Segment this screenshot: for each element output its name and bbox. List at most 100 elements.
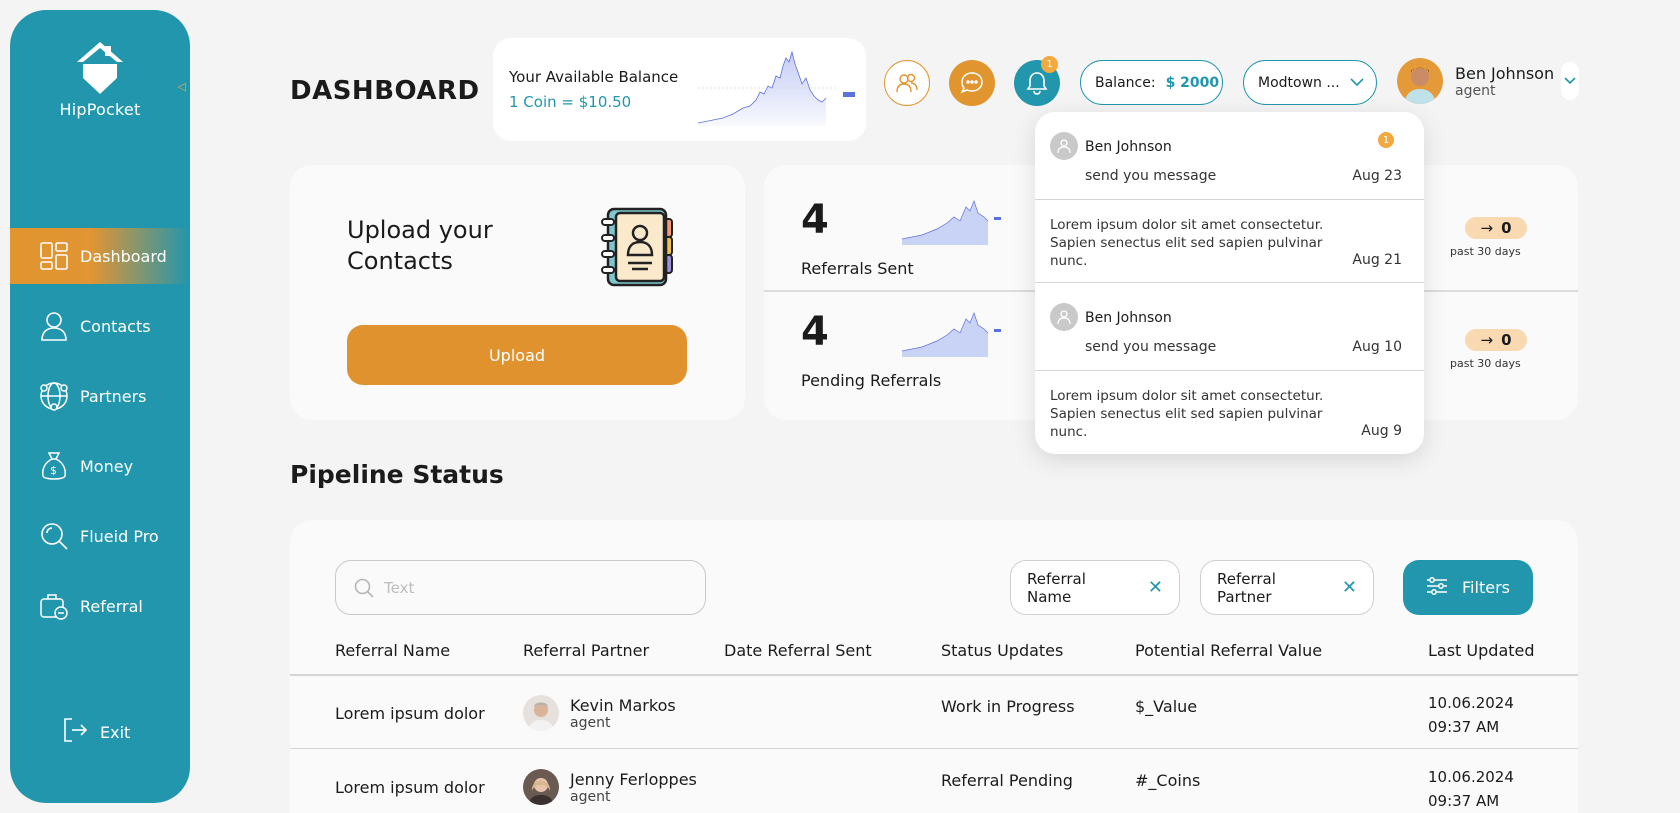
arrow-right-icon: → bbox=[1480, 219, 1494, 237]
avatar bbox=[1397, 58, 1443, 104]
upload-contacts-card: Upload your Contacts Upload bbox=[290, 165, 745, 420]
upload-card-title: Upload your Contacts bbox=[347, 216, 493, 275]
partner-name: Kevin Markos bbox=[570, 695, 676, 715]
referrals-sent-change-badge: → 0 bbox=[1465, 217, 1527, 239]
exit-label: Exit bbox=[100, 722, 131, 742]
coin-rate: 1 Coin = $10.50 bbox=[509, 93, 632, 111]
filters-label: Filters bbox=[1462, 578, 1510, 597]
last-updated-cell: 10.06.2024 09:37 AM bbox=[1428, 691, 1514, 739]
column-header[interactable]: Date Referral Sent bbox=[724, 641, 872, 660]
referrals-sent-label: Referrals Sent bbox=[801, 259, 914, 278]
sidebar-item-dashboard[interactable]: Dashboard bbox=[10, 228, 190, 284]
pending-referrals-label: Pending Referrals bbox=[801, 371, 942, 390]
referrals-sent-sparkline bbox=[902, 199, 1001, 245]
user-profile[interactable]: Ben Johnson agent bbox=[1397, 58, 1554, 104]
user-menu-toggle[interactable] bbox=[1561, 62, 1579, 100]
sidebar-item-flueid-pro[interactable]: Flueid Pro bbox=[10, 508, 190, 564]
notification-item[interactable]: Ben Johnson send you message Aug 10 bbox=[1035, 283, 1424, 371]
search-box[interactable] bbox=[335, 560, 706, 615]
collapse-sidebar-icon[interactable]: ◁ bbox=[178, 80, 186, 93]
partners-button[interactable] bbox=[884, 60, 930, 106]
notifications-dropdown: Ben Johnson send you message 1 Aug 23 Lo… bbox=[1035, 112, 1424, 454]
notification-sender: Ben Johnson bbox=[1085, 310, 1172, 326]
sidebar-nav: Dashboard Contacts Partners $ Money Flue… bbox=[10, 228, 190, 648]
updated-time: 09:37 AM bbox=[1428, 718, 1500, 736]
user-name: Ben Johnson bbox=[1455, 63, 1555, 83]
chevron-down-icon bbox=[1350, 75, 1364, 91]
pending-referrals-period: past 30 days bbox=[1450, 357, 1521, 370]
chip-label: Referral Partner bbox=[1217, 569, 1276, 606]
referrals-sent-change: 0 bbox=[1501, 219, 1512, 237]
chip-label: Referral Name bbox=[1027, 569, 1086, 606]
sidebar-item-partners[interactable]: Partners bbox=[10, 368, 190, 424]
dashboard-icon bbox=[38, 240, 70, 272]
balance-label: Your Available Balance bbox=[509, 68, 679, 86]
column-header[interactable]: Potential Referral Value bbox=[1135, 641, 1322, 660]
user-avatar-icon bbox=[1050, 132, 1078, 160]
sidebar-item-money[interactable]: $ Money bbox=[10, 438, 190, 494]
balance-pill[interactable]: Balance: $ 2000 bbox=[1080, 60, 1223, 105]
balance-pill-label: Balance: bbox=[1095, 74, 1156, 91]
logo[interactable]: HipPocket bbox=[10, 40, 190, 119]
sliders-icon bbox=[1426, 576, 1448, 600]
notification-date: Aug 9 bbox=[1361, 423, 1402, 439]
upload-button[interactable]: Upload bbox=[347, 325, 687, 385]
messages-button[interactable] bbox=[949, 60, 995, 106]
user-icon bbox=[38, 310, 70, 342]
filter-chip-referral-name[interactable]: Referral Name ✕ bbox=[1010, 560, 1180, 615]
referral-partner-cell: Kevin Markos agent bbox=[523, 695, 676, 731]
sidebar-item-referral[interactable]: Referral bbox=[10, 578, 190, 634]
column-header[interactable]: Last Updated bbox=[1428, 641, 1535, 660]
referral-partner-cell: Jenny Ferloppes agent bbox=[523, 769, 697, 805]
pending-referrals-value: 4 bbox=[801, 309, 829, 355]
balance-amount: $ 2000 bbox=[1165, 74, 1220, 91]
updated-time: 09:37 AM bbox=[1428, 792, 1500, 810]
updated-date: 10.06.2024 bbox=[1428, 694, 1514, 712]
pipeline-title: Pipeline Status bbox=[290, 460, 504, 489]
contact-book-icon bbox=[598, 205, 680, 293]
house-logo-icon bbox=[77, 42, 123, 94]
column-header[interactable]: Referral Partner bbox=[523, 641, 649, 660]
status-cell: Referral Pending bbox=[941, 771, 1073, 790]
notification-count-badge: 1 bbox=[1041, 56, 1058, 73]
value-cell: #_Coins bbox=[1135, 771, 1201, 790]
svg-text:$: $ bbox=[50, 464, 57, 477]
avatar bbox=[523, 695, 559, 731]
notification-item[interactable]: Ben Johnson send you message 1 Aug 23 bbox=[1035, 112, 1424, 200]
user-role: agent bbox=[1455, 82, 1496, 99]
avatar bbox=[523, 769, 559, 805]
search-input[interactable] bbox=[384, 578, 684, 597]
bell-icon bbox=[1026, 72, 1048, 95]
status-cell: Work in Progress bbox=[941, 697, 1075, 716]
people-icon bbox=[896, 73, 918, 93]
filter-chip-referral-partner[interactable]: Referral Partner ✕ bbox=[1200, 560, 1374, 615]
chat-bubble-icon bbox=[960, 72, 983, 94]
sidebar-item-contacts[interactable]: Contacts bbox=[10, 298, 190, 354]
exit-icon bbox=[62, 717, 88, 747]
column-header[interactable]: Status Updates bbox=[941, 641, 1063, 660]
notification-item[interactable]: Lorem ipsum dolor sit amet consectetur. … bbox=[1035, 371, 1424, 454]
close-icon[interactable]: ✕ bbox=[1342, 577, 1357, 598]
notification-text: Lorem ipsum dolor sit amet consectetur. … bbox=[1050, 388, 1324, 440]
balance-card: Your Available Balance 1 Coin = $10.50 bbox=[493, 38, 866, 141]
location-select[interactable]: Modtown ... bbox=[1243, 60, 1377, 105]
partner-role: agent bbox=[570, 788, 611, 805]
balance-sparkline bbox=[698, 50, 855, 126]
sidebar: HipPocket ◁ Dashboard Contacts Partners … bbox=[10, 10, 190, 803]
column-header[interactable]: Referral Name bbox=[335, 641, 450, 660]
table-row[interactable]: Lorem ipsum dolor Jenny Ferloppes agent … bbox=[290, 749, 1578, 813]
updated-date: 10.06.2024 bbox=[1428, 768, 1514, 786]
table-row[interactable]: Lorem ipsum dolor Kevin Markos agent Wor… bbox=[290, 675, 1578, 749]
sidebar-item-label: Money bbox=[80, 456, 134, 476]
filters-button[interactable]: Filters bbox=[1403, 560, 1533, 615]
arrow-right-icon: → bbox=[1480, 331, 1494, 349]
notification-text: send you message bbox=[1085, 339, 1217, 355]
exit-button[interactable]: Exit bbox=[62, 717, 130, 747]
notification-date: Aug 10 bbox=[1352, 339, 1402, 355]
close-icon[interactable]: ✕ bbox=[1148, 577, 1163, 598]
notification-text: send you message bbox=[1085, 168, 1217, 184]
referral-name-cell: Lorem ipsum dolor bbox=[335, 704, 485, 723]
sidebar-item-label: Partners bbox=[80, 386, 147, 406]
notification-text: Lorem ipsum dolor sit amet consectetur. … bbox=[1050, 217, 1324, 269]
notification-item[interactable]: Lorem ipsum dolor sit amet consectetur. … bbox=[1035, 200, 1424, 283]
